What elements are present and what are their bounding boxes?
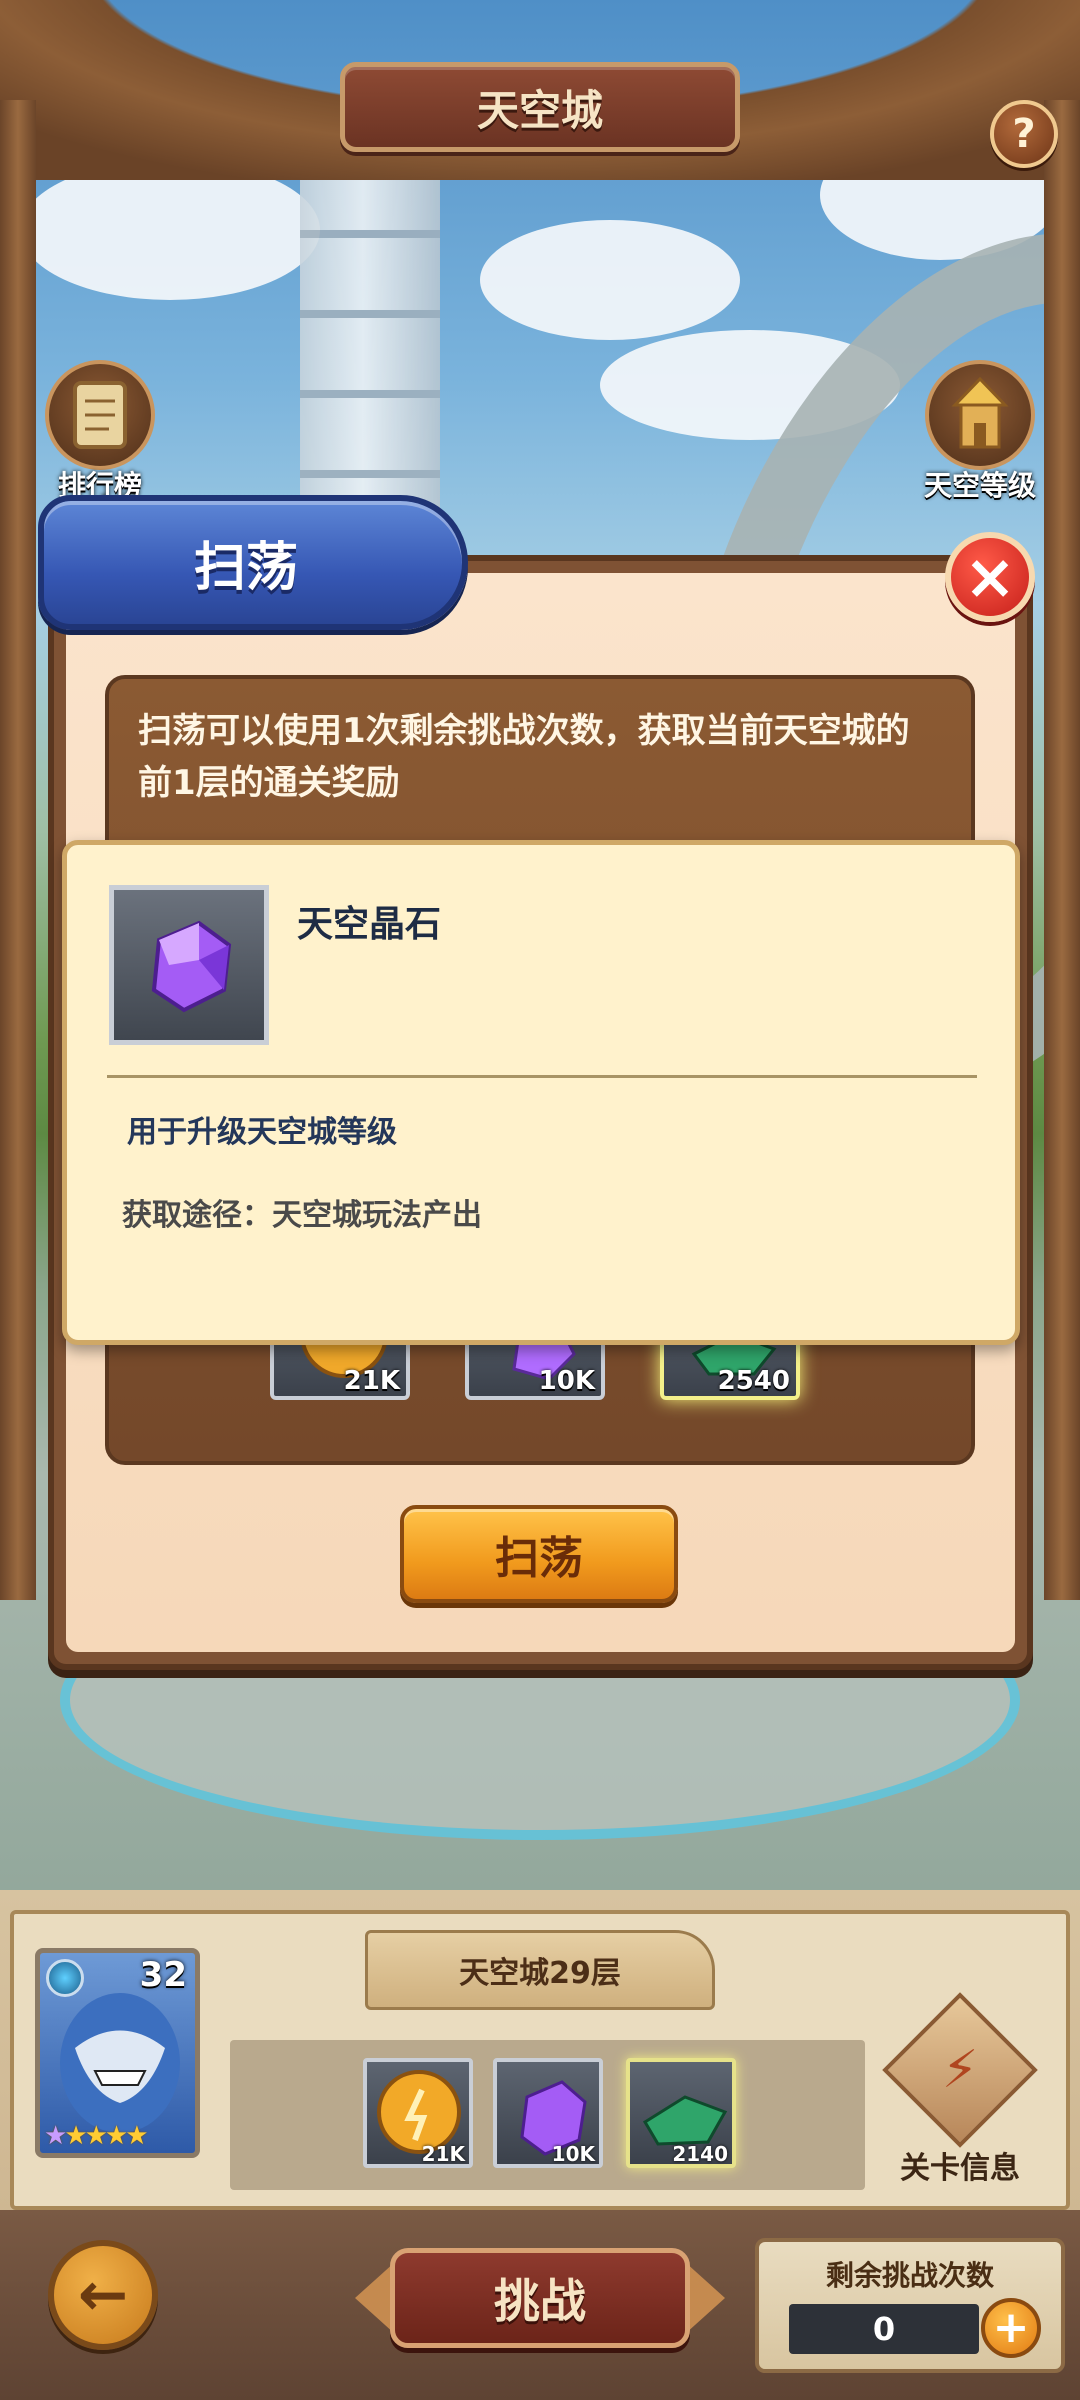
reward-amount: 21K xyxy=(343,1366,400,1396)
close-icon[interactable]: × xyxy=(945,532,1035,622)
sky-crystal-icon xyxy=(109,885,269,1045)
stage-info-button[interactable]: ⚡ 关卡信息 xyxy=(880,1992,1040,2187)
scroll-icon xyxy=(45,360,155,470)
back-arrow-icon[interactable]: ← xyxy=(48,2240,158,2350)
divider xyxy=(107,1075,977,1078)
item-source: 获取途径：天空城玩法产出 xyxy=(122,1198,482,1233)
right-frame xyxy=(1044,100,1080,1600)
item-description: 用于升级天空城等级 xyxy=(127,1115,397,1150)
remaining-attempts-count: 0 xyxy=(789,2304,979,2354)
leaderboard-button[interactable]: 排行榜 xyxy=(30,360,170,504)
hero-stars: ★★★★★ xyxy=(44,2121,149,2151)
arrow-left-decoration xyxy=(355,2262,395,2334)
item-tooltip: 天空晶石 用于升级天空城等级 获取途径：天空城玩法产出 xyxy=(62,840,1020,1345)
stage-name-tab: 天空城29层 xyxy=(365,1930,715,2010)
hero-card[interactable]: 32 ★★★★★ xyxy=(35,1948,200,2158)
sweep-dialog-title-tab: 扫荡 xyxy=(38,495,468,630)
stage-info-label: 关卡信息 xyxy=(900,2151,1020,2186)
left-frame xyxy=(0,100,36,1600)
element-gem-icon xyxy=(46,1959,84,1997)
remaining-attempts-label: 剩余挑战次数 xyxy=(825,2259,994,2292)
challenge-button[interactable]: 挑战 xyxy=(390,2248,690,2348)
drop-amount: 10K xyxy=(551,2142,595,2166)
drop-amount: 21K xyxy=(421,2142,465,2166)
tower-icon xyxy=(925,360,1035,470)
drop-coin[interactable]: 21K xyxy=(363,2058,473,2168)
page-title: 天空城 xyxy=(476,85,603,135)
add-attempts-icon[interactable]: + xyxy=(981,2298,1041,2358)
sweep-button-label: 扫荡 xyxy=(495,1533,583,1584)
drop-green-material[interactable]: 2140 xyxy=(626,2058,736,2168)
challenge-button-label: 挑战 xyxy=(494,2274,586,2328)
sweep-button[interactable]: 扫荡 xyxy=(400,1505,678,1603)
stage-name: 天空城29层 xyxy=(459,1956,621,1991)
remaining-attempts-panel: 剩余挑战次数 0 + xyxy=(755,2238,1065,2373)
sky-level-label: 天空等级 xyxy=(923,469,1036,502)
stage-info-icon: ⚡ xyxy=(882,1992,1038,2148)
hero-level: 32 xyxy=(139,1955,187,1995)
page-title-plate: 天空城 xyxy=(340,62,740,152)
question-icon[interactable]: ? xyxy=(990,100,1058,168)
item-name: 天空晶石 xyxy=(297,904,442,945)
drop-amount: 2140 xyxy=(672,2142,728,2166)
sweep-dialog-title: 扫荡 xyxy=(194,538,299,598)
sky-level-button[interactable]: 天空等级 xyxy=(910,360,1050,504)
arrow-right-decoration xyxy=(685,2262,725,2334)
sweep-description: 扫荡可以使用1次剩余挑战次数，获取当前天空城的前1层的通关奖励 xyxy=(138,711,910,803)
reward-amount: 10K xyxy=(538,1366,595,1396)
drop-sky-crystal[interactable]: 10K xyxy=(493,2058,603,2168)
reward-amount: 2540 xyxy=(717,1366,790,1396)
